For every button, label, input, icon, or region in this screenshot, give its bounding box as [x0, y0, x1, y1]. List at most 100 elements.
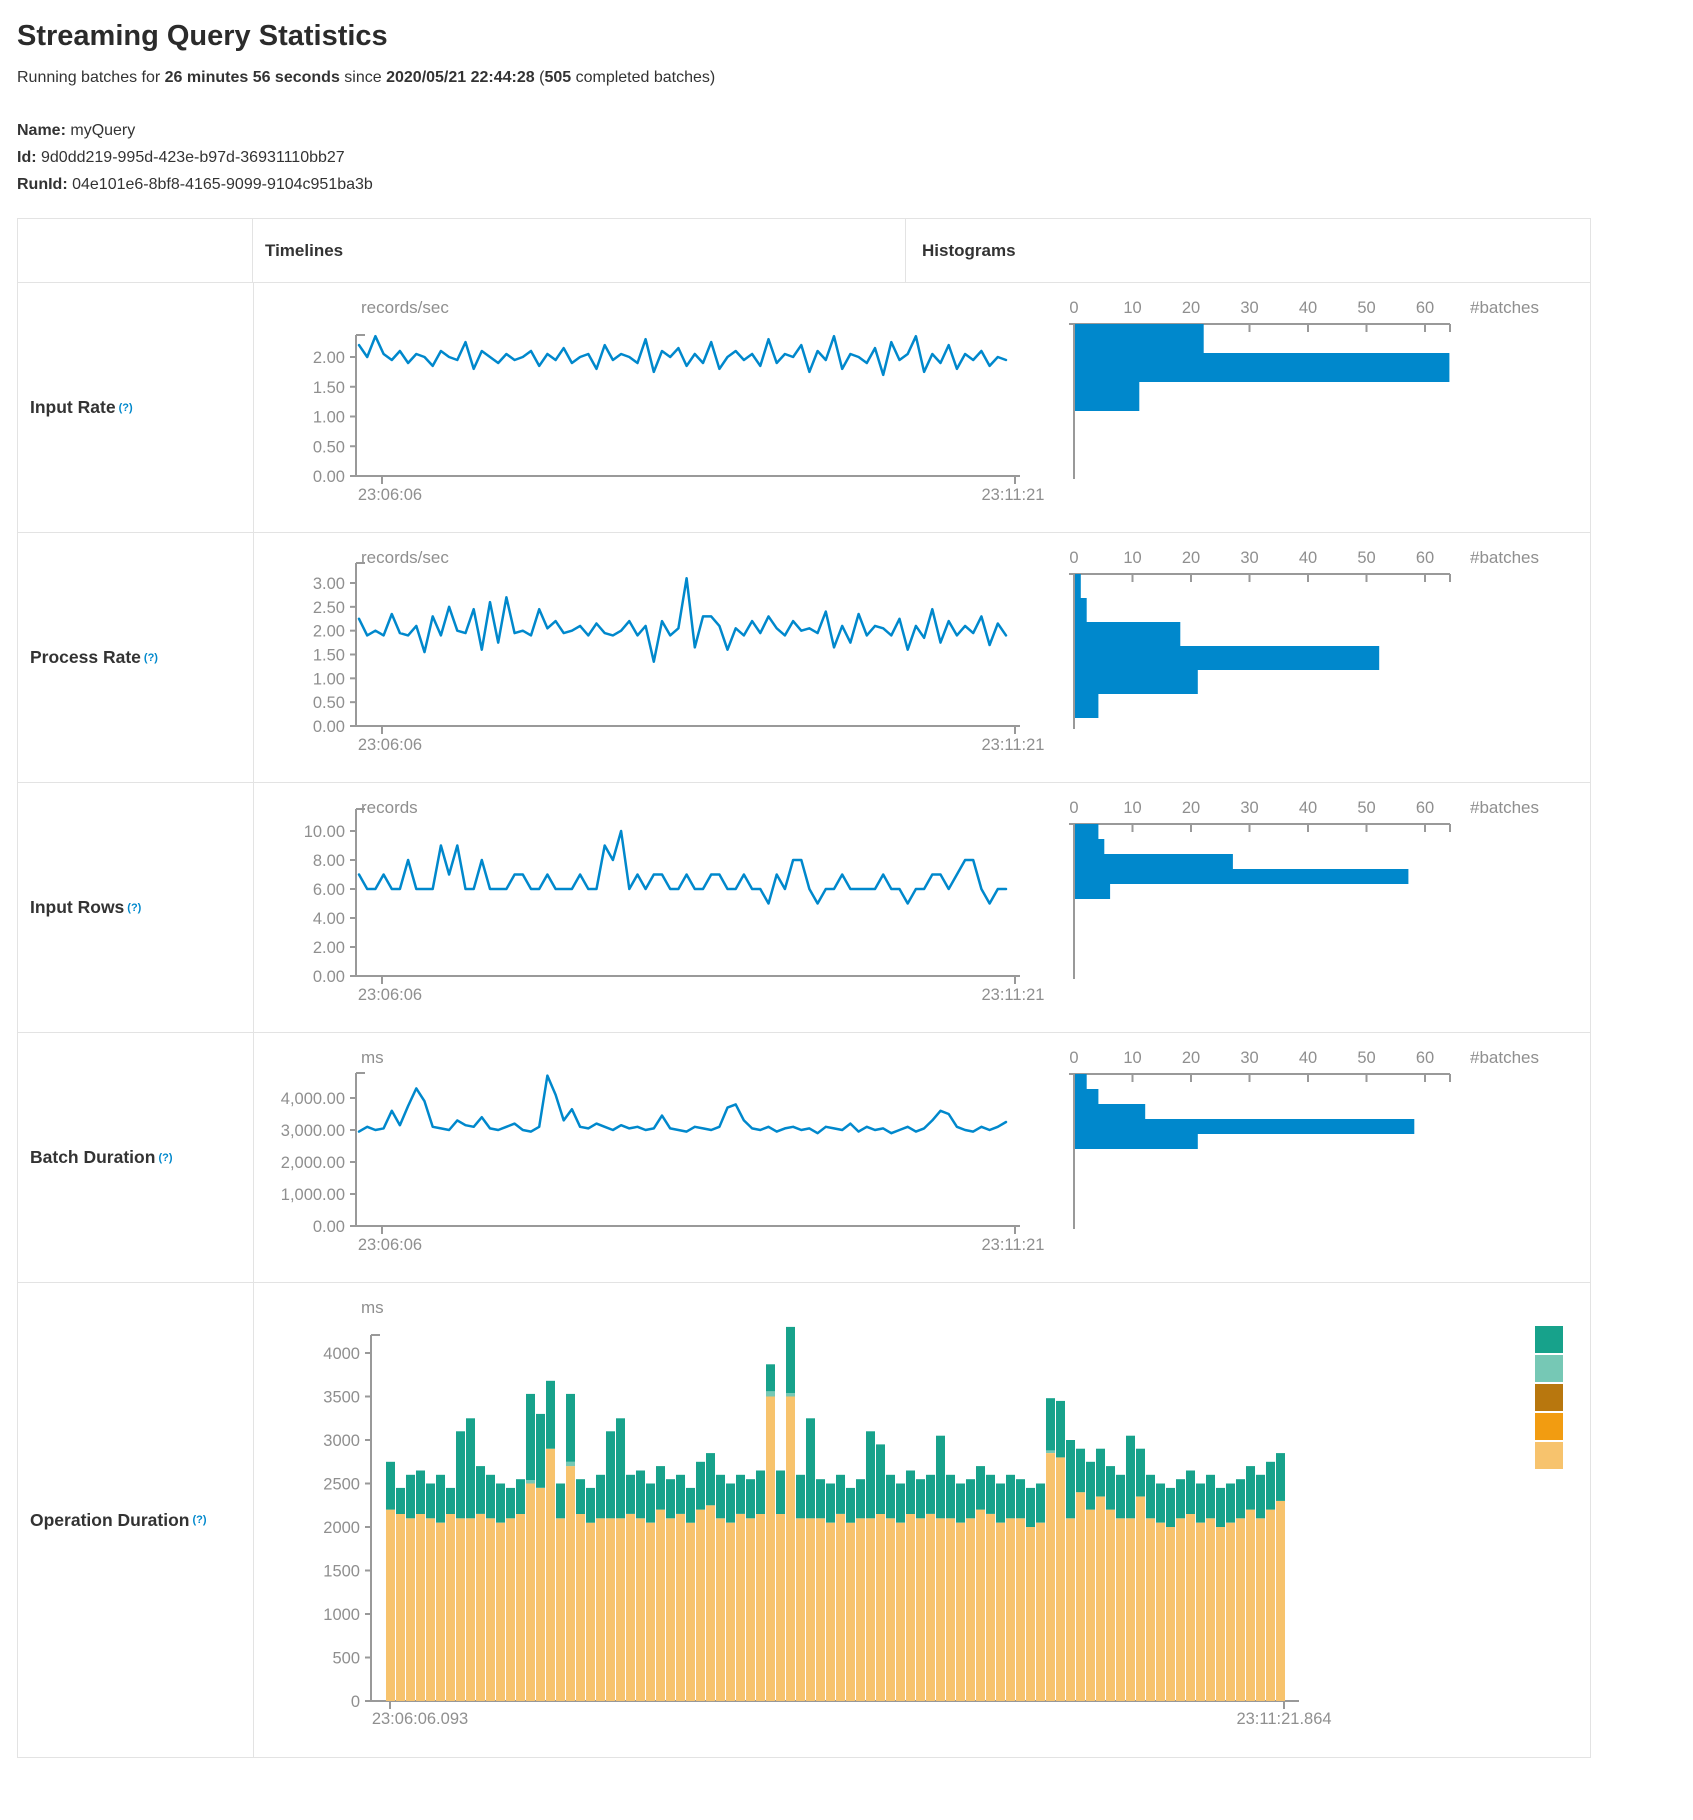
operation-duration-bar-segment: [566, 1394, 575, 1462]
operation-duration-bar-segment: [866, 1518, 875, 1701]
svg-text:20: 20: [1182, 299, 1200, 317]
svg-text:40: 40: [1299, 299, 1317, 317]
operation-duration-bar-segment: [836, 1475, 845, 1514]
operation-duration-bar-segment: [426, 1484, 435, 1519]
operation-duration-bar-segment: [846, 1523, 855, 1701]
svg-text:50: 50: [1357, 549, 1375, 567]
operation-duration-bar-segment: [676, 1475, 685, 1514]
batch-duration-help-icon[interactable]: (?): [158, 1152, 172, 1164]
column-divider: [253, 1283, 254, 1757]
svg-text:60: 60: [1416, 799, 1434, 817]
streaming-query-statistics-page: Streaming Query Statistics Running batch…: [0, 0, 1693, 1778]
operation-duration-bar-segment: [936, 1436, 945, 1519]
input-rate-help-icon[interactable]: (?): [119, 402, 133, 414]
operation-duration-bar-segment: [1076, 1449, 1085, 1493]
svg-text:0: 0: [1069, 299, 1078, 317]
operation-duration-bar-segment: [636, 1518, 645, 1701]
operation-duration-row: ms0500100015002000250030003500400023:06:…: [18, 1283, 1590, 1757]
svg-text:1.00: 1.00: [313, 670, 345, 688]
summary-batch-count: 505: [544, 69, 571, 86]
operation-duration-bar-segment: [666, 1479, 675, 1518]
svg-text:23:06:06.093: 23:06:06.093: [372, 1710, 468, 1728]
operation-duration-bar-segment: [686, 1523, 695, 1701]
operation-duration-bar-segment: [616, 1418, 625, 1518]
operation-duration-bar-segment: [856, 1518, 865, 1701]
summary-suffix: completed batches): [571, 69, 715, 86]
operation-duration-bar-segment: [496, 1484, 505, 1523]
input-rows-histogram-bar: [1075, 884, 1110, 899]
svg-text:0.00: 0.00: [313, 718, 345, 736]
legend-swatch: [1535, 1384, 1563, 1411]
svg-text:2.50: 2.50: [313, 599, 345, 617]
operation-duration-help-icon[interactable]: (?): [192, 1514, 206, 1526]
column-divider: [253, 1033, 254, 1282]
query-id-label: Id:: [17, 149, 37, 166]
operation-duration-bar-segment: [576, 1479, 585, 1514]
operation-duration-bar-segment: [1036, 1484, 1045, 1523]
batch-duration-histogram-bar: [1075, 1104, 1145, 1119]
operation-duration-bar-segment: [1256, 1518, 1265, 1701]
operation-duration-bar-segment: [856, 1479, 865, 1518]
query-meta: Name: myQuery Id: 9d0dd219-995d-423e-b97…: [17, 117, 1693, 198]
svg-text:40: 40: [1299, 1049, 1317, 1067]
svg-text:ms: ms: [361, 1298, 384, 1317]
operation-duration-bar-segment: [836, 1514, 845, 1701]
operation-duration-bar-segment: [916, 1518, 925, 1701]
operation-duration-bar-segment: [486, 1518, 495, 1701]
operation-duration-bar-segment: [486, 1475, 495, 1519]
svg-text:20: 20: [1182, 799, 1200, 817]
operation-duration-bar-segment: [986, 1514, 995, 1701]
operation-duration-bar-segment: [566, 1466, 575, 1701]
operation-duration-bar-segment: [996, 1484, 1005, 1523]
operation-duration-bar-segment: [626, 1514, 635, 1701]
operation-duration-bar-segment: [1216, 1488, 1225, 1527]
svg-text:0.00: 0.00: [313, 1218, 345, 1236]
operation-duration-bar-segment: [936, 1518, 945, 1701]
operation-duration-bar-segment: [426, 1518, 435, 1701]
svg-text:records/sec: records/sec: [361, 548, 449, 567]
operation-duration-bar-segment: [896, 1523, 905, 1701]
operation-duration-bar-segment: [1166, 1488, 1175, 1527]
stats-table: Timelines Histograms records/sec0.000.50…: [17, 218, 1591, 1758]
query-runid-line: RunId: 04e101e6-8bf8-4165-9099-9104c951b…: [17, 171, 1693, 198]
operation-duration-bar-segment: [876, 1444, 885, 1514]
column-divider: [253, 283, 254, 532]
operation-duration-bar-segment: [986, 1475, 995, 1514]
operation-duration-bar-segment: [516, 1479, 525, 1514]
input-rate-histogram: 0102030405060#batches: [1069, 298, 1539, 479]
process-rate-histogram-bar: [1075, 574, 1081, 598]
svg-text:0.00: 0.00: [313, 468, 345, 486]
process-rate-help-icon[interactable]: (?): [144, 652, 158, 664]
timelines-header: Timelines: [253, 219, 906, 282]
svg-text:2,000.00: 2,000.00: [281, 1154, 345, 1172]
operation-duration-bar-segment: [816, 1518, 825, 1701]
operation-duration-bar-segment: [1226, 1484, 1235, 1523]
operation-duration-bar-segment: [766, 1397, 775, 1702]
operation-duration-bar-segment: [1106, 1510, 1115, 1701]
operation-duration-bar-segment: [1076, 1492, 1085, 1701]
operation-duration-bar-segment: [546, 1449, 555, 1701]
input-rows-line: [359, 831, 1006, 904]
operation-duration-bar-segment: [746, 1479, 755, 1518]
svg-text:2.00: 2.00: [313, 939, 345, 957]
operation-duration-bar-segment: [746, 1518, 755, 1701]
operation-duration-bar-segment: [766, 1391, 775, 1396]
operation-duration-bar-segment: [596, 1518, 605, 1701]
input-rows-timeline: records0.002.004.006.008.0010.0023:06:06…: [304, 798, 1045, 1004]
operation-duration-bar-segment: [416, 1471, 425, 1515]
svg-text:20: 20: [1182, 549, 1200, 567]
operation-duration-bar-segment: [396, 1514, 405, 1701]
operation-duration-bar-segment: [966, 1479, 975, 1518]
operation-duration-bar-segment: [816, 1479, 825, 1518]
operation-duration-bar-segment: [1256, 1475, 1265, 1519]
input-rows-help-icon[interactable]: (?): [127, 902, 141, 914]
process-rate-timeline: records/sec0.000.501.001.502.002.503.002…: [313, 548, 1045, 754]
svg-text:23:11:21: 23:11:21: [981, 1236, 1044, 1254]
query-name-value: myQuery: [70, 122, 135, 139]
svg-text:3500: 3500: [323, 1389, 360, 1407]
operation-duration-bar-segment: [1156, 1484, 1165, 1523]
row-label-process-rate: Process Rate(?): [30, 533, 245, 782]
operation-duration-bar-segment: [956, 1523, 965, 1701]
operation-duration-bar-segment: [476, 1466, 485, 1514]
row-label-batch-duration: Batch Duration(?): [30, 1033, 245, 1282]
